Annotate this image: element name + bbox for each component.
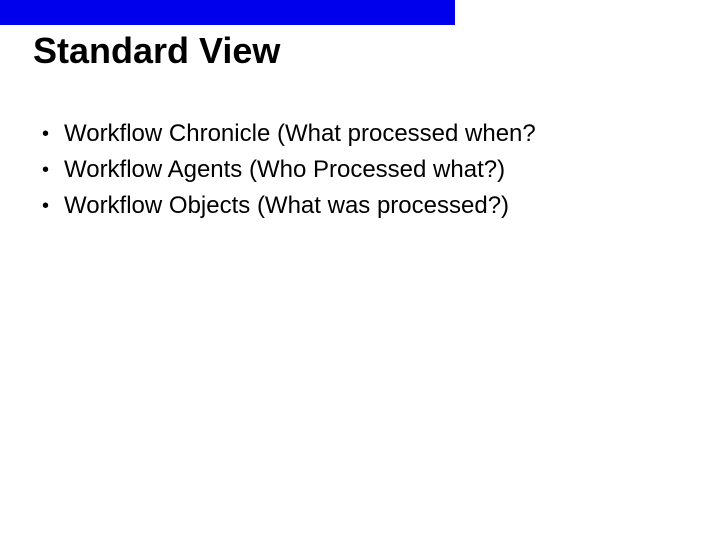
slide-title: Standard View [33,30,280,72]
list-item: Workflow Agents (Who Processed what?) [36,152,676,188]
list-item: Workflow Chronicle (What processed when? [36,116,676,152]
slide: Standard View Workflow Chronicle (What p… [0,0,720,540]
accent-bar [0,0,455,25]
list-item: Workflow Objects (What was processed?) [36,188,676,224]
bullet-list: Workflow Chronicle (What processed when?… [36,116,676,224]
